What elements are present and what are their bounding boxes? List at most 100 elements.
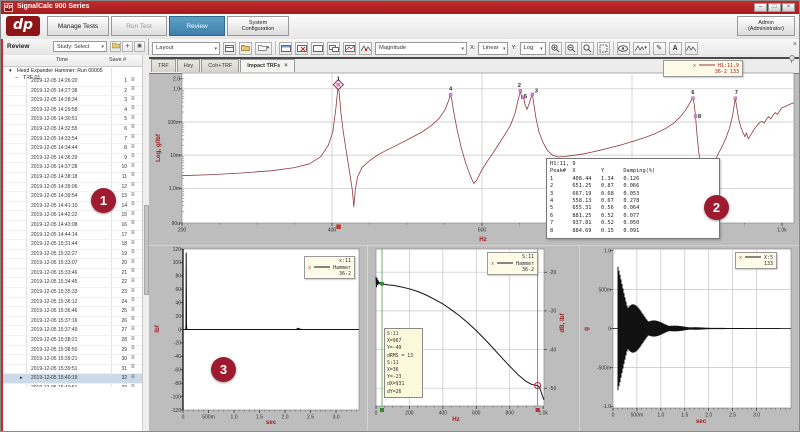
list-item[interactable]: 2019-12-05 15:37:4927≡	[1, 326, 142, 336]
row-menu-icon[interactable]: ≡	[131, 134, 135, 140]
layout-new-icon[interactable]	[223, 42, 236, 55]
list-item[interactable]: 2019-12-05 15:38:5029≡	[1, 346, 142, 356]
list-item[interactable]: 2019-12-05 14:37:2810≡	[1, 163, 142, 173]
row-menu-icon[interactable]: ≡	[131, 86, 135, 92]
row-menu-icon[interactable]: ≡	[131, 172, 135, 178]
cursor-trace-icon[interactable]	[359, 42, 372, 55]
layout-select[interactable]: Layout▾	[152, 42, 220, 55]
chart-add-icon[interactable]	[279, 42, 292, 55]
list-item[interactable]: 2019-12-05 14:38:1811≡	[1, 173, 142, 183]
tab-close-icon[interactable]: ×	[284, 63, 288, 69]
tab-trf[interactable]: TRF	[151, 59, 176, 72]
chart-overlay-icon[interactable]	[343, 42, 356, 55]
list-item[interactable]: 2019-12-05 14:28:343≡	[1, 96, 142, 106]
chart-maximize-icon[interactable]	[311, 42, 324, 55]
list-item[interactable]: 2019-12-05 15:33:0720≡	[1, 259, 142, 269]
maximize-button[interactable]: □	[768, 3, 781, 12]
cursor-readout[interactable]: S:11X=967Y=-49dRMS = 13S:11X=36Y=-23dX=9…	[384, 328, 423, 398]
chart-resp-plot[interactable]	[613, 249, 791, 408]
nav-review[interactable]: Review	[169, 16, 225, 36]
tab-coh-trf[interactable]: Coh+TRF	[201, 59, 239, 72]
row-menu-icon[interactable]: ≡	[131, 153, 135, 159]
list-item[interactable]: 2019-12-05 15:37:1626≡	[1, 317, 142, 327]
row-menu-icon[interactable]: ≡	[131, 336, 135, 342]
row-menu-icon[interactable]: ≡	[131, 278, 135, 284]
row-menu-icon[interactable]: ≡	[131, 297, 135, 303]
annotate-icon[interactable]: ✎	[653, 42, 666, 55]
row-menu-icon[interactable]: ≡	[131, 201, 135, 207]
row-menu-icon[interactable]: ≡	[131, 192, 135, 198]
list-item[interactable]: 2019-12-05 14:26:201≡	[1, 77, 142, 87]
zoom-out-icon[interactable]	[565, 42, 578, 55]
list-item[interactable]: 2019-12-05 15:39:5131≡	[1, 365, 142, 375]
legend-trf[interactable]: x H1:11,936-2 133	[663, 60, 743, 77]
tab-hxy[interactable]: Hxy	[177, 59, 200, 72]
user-button[interactable]: Admin (Administrator)	[737, 16, 795, 36]
list-item[interactable]: 2019-12-05 15:35:3323≡	[1, 288, 142, 298]
row-menu-icon[interactable]: ≡	[131, 249, 135, 255]
row-menu-icon[interactable]: ≡	[131, 240, 135, 246]
row-menu-icon[interactable]: ≡	[131, 211, 135, 217]
pin-icon[interactable]	[789, 55, 795, 61]
y-scale-select[interactable]: Log▾	[520, 42, 546, 55]
list-item[interactable]: 2019-12-05 14:27:382≡	[1, 87, 142, 97]
zoom-reset-icon[interactable]	[581, 42, 594, 55]
list-scrollbar[interactable]	[142, 55, 149, 432]
list-item[interactable]: 2019-12-05 14:34:448≡	[1, 144, 142, 154]
legend-force[interactable]: x:11x Hammer36-2	[304, 256, 355, 279]
column-time[interactable]: Time	[56, 57, 68, 63]
minimize-button[interactable]: –	[754, 3, 767, 12]
list-item[interactable]: 2019-12-05 15:38:2128≡	[1, 336, 142, 346]
layout-open-icon[interactable]	[239, 42, 252, 55]
tree-expand-icon[interactable]: ▾	[9, 68, 12, 74]
row-menu-icon[interactable]: ≡	[131, 345, 135, 351]
row-menu-icon[interactable]: ≡	[131, 220, 135, 226]
list-item[interactable]: 2019-12-05 15:39:2130≡	[1, 355, 142, 365]
row-menu-icon[interactable]: ≡	[131, 307, 135, 313]
add-icon[interactable]: +	[122, 41, 133, 52]
row-menu-icon[interactable]: ≡	[131, 288, 135, 294]
list-item[interactable]: ▸2019-12-05 15:40:1932≡	[1, 374, 142, 384]
row-menu-icon[interactable]: ≡	[131, 326, 135, 332]
list-item[interactable]: 2019-12-05 14:39:5413≡	[1, 192, 142, 202]
list-item[interactable]: 2019-12-05 15:40:5133≡	[1, 384, 142, 387]
list-item[interactable]: 2019-12-05 15:36:1224≡	[1, 298, 142, 308]
chart-restore-icon[interactable]	[327, 42, 340, 55]
zoom-in-icon[interactable]	[549, 42, 562, 55]
cursor-mode-icon[interactable]: ▾	[633, 42, 650, 55]
list-item[interactable]: 2019-12-05 15:31:4418≡	[1, 240, 142, 250]
list-item[interactable]: 2019-12-05 14:42:2215≡	[1, 211, 142, 221]
row-menu-icon[interactable]: ≡	[131, 124, 135, 130]
text-label-icon[interactable]: A	[669, 42, 682, 55]
row-menu-icon[interactable]: ≡	[131, 259, 135, 265]
legend-spec[interactable]: S:11x Hammer36-2	[487, 252, 538, 275]
row-menu-icon[interactable]: ≡	[131, 115, 135, 121]
legend-resp[interactable]: x X:5133	[735, 252, 777, 269]
list-item[interactable]: 2019-12-05 15:34:4522≡	[1, 278, 142, 288]
nav-system-configuration[interactable]: System Configuration	[227, 16, 289, 36]
list-item[interactable]: 2019-12-05 14:41:1014≡	[1, 202, 142, 212]
x-scale-select[interactable]: Linear▾	[478, 42, 508, 55]
nav-manage-tests[interactable]: Manage Tests	[47, 16, 109, 36]
row-menu-icon[interactable]: ≡	[131, 182, 135, 188]
row-menu-icon[interactable]: ≡	[131, 144, 135, 150]
row-menu-icon[interactable]: ≡	[131, 268, 135, 274]
open-folder-icon[interactable]	[110, 41, 121, 52]
nav-run-test[interactable]: Run Test	[111, 16, 167, 36]
list-item[interactable]: 2019-12-05 14:29:584≡	[1, 106, 142, 116]
list-item[interactable]: 2019-12-05 14:43:0816≡	[1, 221, 142, 231]
row-menu-icon[interactable]: ≡	[131, 355, 135, 361]
magnitude-select[interactable]: Magnitude▾	[375, 42, 467, 55]
list-item[interactable]: 2019-12-05 14:30:515≡	[1, 115, 142, 125]
row-menu-icon[interactable]: ≡	[131, 316, 135, 322]
layout-save-icon[interactable]: ▾	[255, 42, 272, 55]
list-item[interactable]: 2019-12-05 14:36:299≡	[1, 154, 142, 164]
harmonic-cursor-icon[interactable]	[685, 42, 698, 55]
list-item[interactable]: 2019-12-05 14:33:547≡	[1, 135, 142, 145]
visibility-icon[interactable]	[617, 42, 630, 55]
row-menu-icon[interactable]: ≡	[131, 384, 135, 388]
row-menu-icon[interactable]: ≡	[131, 105, 135, 111]
panel-close-icon[interactable]: ×	[793, 41, 797, 48]
export-icon[interactable]: ▣	[134, 41, 145, 52]
list-item[interactable]: 2019-12-05 14:44:1417≡	[1, 231, 142, 241]
